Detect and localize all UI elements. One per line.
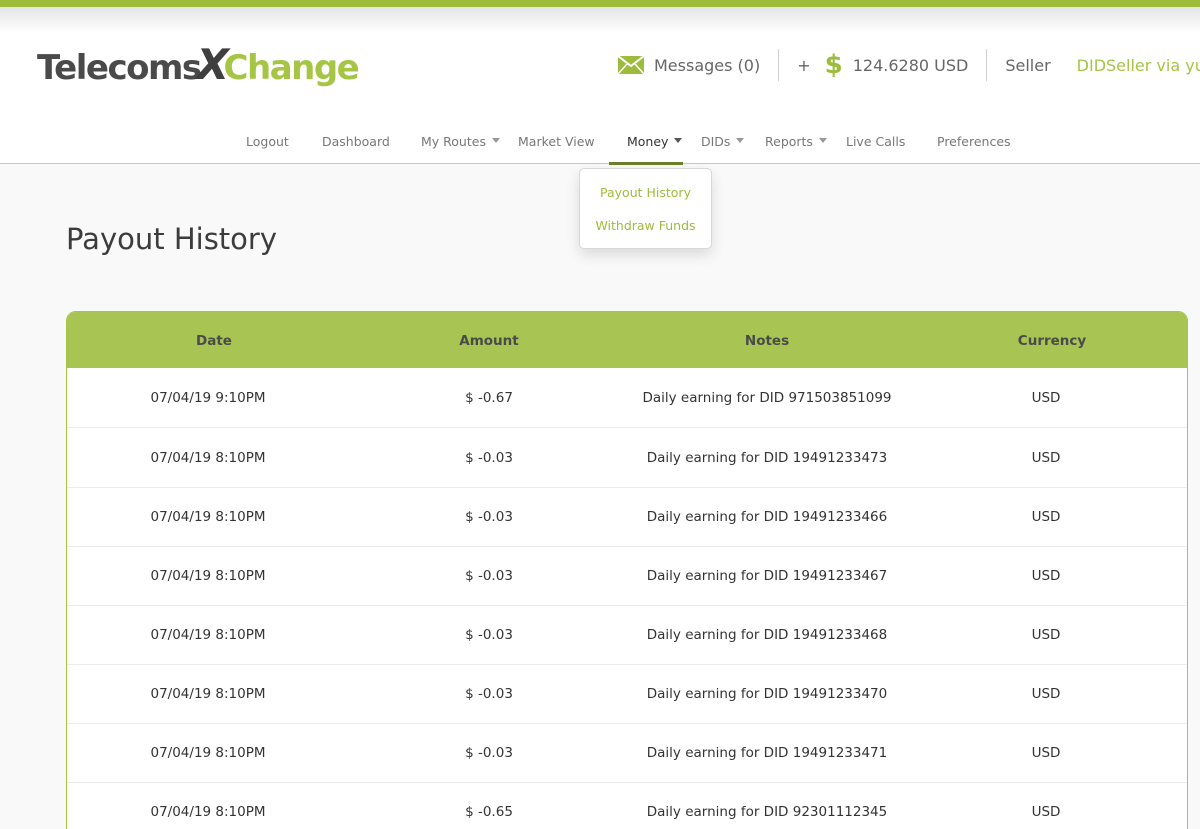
nav-item-label: Preferences <box>937 134 1011 149</box>
top-shade <box>0 7 1200 33</box>
cell-date: 07/04/19 9:10PM <box>150 390 266 406</box>
chevron-down-icon <box>674 138 683 143</box>
column-header-currency[interactable]: Currency <box>917 312 1187 368</box>
cell-notes: Daily earning for DID 971503851099 <box>642 390 892 406</box>
logo-text-change: Change <box>223 48 360 88</box>
nav-item-my-routes[interactable]: My Routes <box>421 128 500 162</box>
nav-item-dids[interactable]: DIDs <box>701 128 745 162</box>
envelope-icon[interactable] <box>617 55 645 75</box>
cell-amount: $ -0.03 <box>465 450 513 466</box>
cell-notes: Daily earning for DID 92301112345 <box>646 804 888 820</box>
cell-date: 07/04/19 8:10PM <box>150 450 266 466</box>
chevron-down-icon <box>818 138 827 143</box>
cell-notes: Daily earning for DID 19491233473 <box>646 450 888 466</box>
page-title: Payout History <box>66 222 278 256</box>
cell-date: 07/04/19 8:10PM <box>150 745 266 761</box>
cell-notes: Daily earning for DID 19491233470 <box>646 686 888 702</box>
header-account-bar: Messages (0) + $ 124.6280 USD Seller DID… <box>617 48 1200 82</box>
column-header-notes[interactable]: Notes <box>617 312 917 368</box>
add-funds-button[interactable]: + <box>797 56 810 75</box>
table-row: 07/04/19 8:10PM $ -0.03 Daily earning fo… <box>67 546 1187 606</box>
nav-item-logout[interactable]: Logout <box>246 128 289 162</box>
table-row: 07/04/19 8:10PM $ -0.03 Daily earning fo… <box>67 605 1187 665</box>
account-balance: 124.6280 USD <box>852 55 969 75</box>
nav-item-label: DIDs <box>701 134 731 149</box>
table-row: 07/04/19 8:10PM $ -0.65 Daily earning fo… <box>67 782 1187 829</box>
nav-item-label: Dashboard <box>322 134 390 149</box>
cell-amount: $ -0.03 <box>465 686 513 702</box>
money-dropdown-menu: Payout History Withdraw Funds <box>579 168 712 249</box>
column-header-date[interactable]: Date <box>67 312 361 368</box>
header-divider <box>778 49 780 81</box>
table-row: 07/04/19 8:10PM $ -0.03 Daily earning fo… <box>67 487 1187 547</box>
table-header: Date Amount Notes Currency <box>67 312 1187 368</box>
nav-item-label: My Routes <box>421 134 486 149</box>
cell-date: 07/04/19 8:10PM <box>150 568 266 584</box>
chevron-down-icon <box>736 138 745 143</box>
cell-currency: USD <box>1031 509 1061 525</box>
cell-date: 07/04/19 8:10PM <box>150 627 266 643</box>
cell-notes: Daily earning for DID 19491233471 <box>646 745 888 761</box>
cell-notes: Daily earning for DID 19491233466 <box>646 509 888 525</box>
cell-currency: USD <box>1031 804 1061 820</box>
dollar-icon: $ <box>824 50 843 80</box>
user-account-link[interactable]: DIDSeller via yuri <box>1077 56 1200 75</box>
cell-notes: Daily earning for DID 19491233468 <box>646 627 888 643</box>
nav-item-live-calls[interactable]: Live Calls <box>846 128 905 162</box>
table-row: 07/04/19 9:10PM $ -0.67 Daily earning fo… <box>67 368 1187 428</box>
chevron-down-icon <box>491 138 500 143</box>
cell-date: 07/04/19 8:10PM <box>150 804 266 820</box>
cell-amount: $ -0.03 <box>465 627 513 643</box>
nav-item-label: Reports <box>765 134 813 149</box>
cell-currency: USD <box>1031 627 1061 643</box>
table-row: 07/04/19 8:10PM $ -0.03 Daily earning fo… <box>67 428 1187 488</box>
nav-item-market-view[interactable]: Market View <box>518 128 595 162</box>
menu-item-payout-history[interactable]: Payout History <box>580 185 711 200</box>
nav-item-dashboard[interactable]: Dashboard <box>322 128 390 162</box>
main-nav: Logout Dashboard My Routes Market View M… <box>0 128 1200 162</box>
cell-date: 07/04/19 8:10PM <box>150 509 266 525</box>
cell-amount: $ -0.67 <box>465 390 513 406</box>
cell-amount: $ -0.03 <box>465 509 513 525</box>
cell-amount: $ -0.65 <box>465 804 513 820</box>
nav-item-reports[interactable]: Reports <box>765 128 827 162</box>
site-header: TelecomsXChange Messages (0) + $ 124.628… <box>0 33 1200 164</box>
cell-currency: USD <box>1031 450 1061 466</box>
cell-amount: $ -0.03 <box>465 568 513 584</box>
nav-item-label: Money <box>627 134 669 149</box>
nav-item-label: Live Calls <box>846 134 906 149</box>
cell-amount: $ -0.03 <box>465 745 513 761</box>
nav-item-preferences[interactable]: Preferences <box>937 128 1011 162</box>
cell-notes: Daily earning for DID 19491233467 <box>646 568 888 584</box>
cell-currency: USD <box>1031 686 1061 702</box>
table-row: 07/04/19 8:10PM $ -0.03 Daily earning fo… <box>67 664 1187 724</box>
table-row: 07/04/19 8:10PM $ -0.03 Daily earning fo… <box>67 723 1187 783</box>
nav-item-label: Logout <box>246 134 289 149</box>
menu-item-withdraw-funds[interactable]: Withdraw Funds <box>580 218 711 233</box>
header-divider <box>986 49 988 81</box>
active-tab-indicator <box>609 162 683 165</box>
column-header-amount[interactable]: Amount <box>361 312 617 368</box>
nav-item-label: Market View <box>518 134 595 149</box>
top-accent-bar <box>0 0 1200 7</box>
cell-currency: USD <box>1031 745 1061 761</box>
cell-currency: USD <box>1031 568 1061 584</box>
account-role: Seller <box>1005 55 1051 75</box>
payout-history-table: Date Amount Notes Currency 07/04/19 9:10… <box>66 311 1188 829</box>
cell-date: 07/04/19 8:10PM <box>150 686 266 702</box>
logo-text-telecoms: Telecoms <box>37 48 202 88</box>
nav-item-money[interactable]: Money <box>627 128 683 162</box>
messages-link[interactable]: Messages (0) <box>654 56 760 75</box>
telecomsxchange-logo[interactable]: TelecomsXChange <box>37 43 360 89</box>
cell-currency: USD <box>1031 390 1061 406</box>
